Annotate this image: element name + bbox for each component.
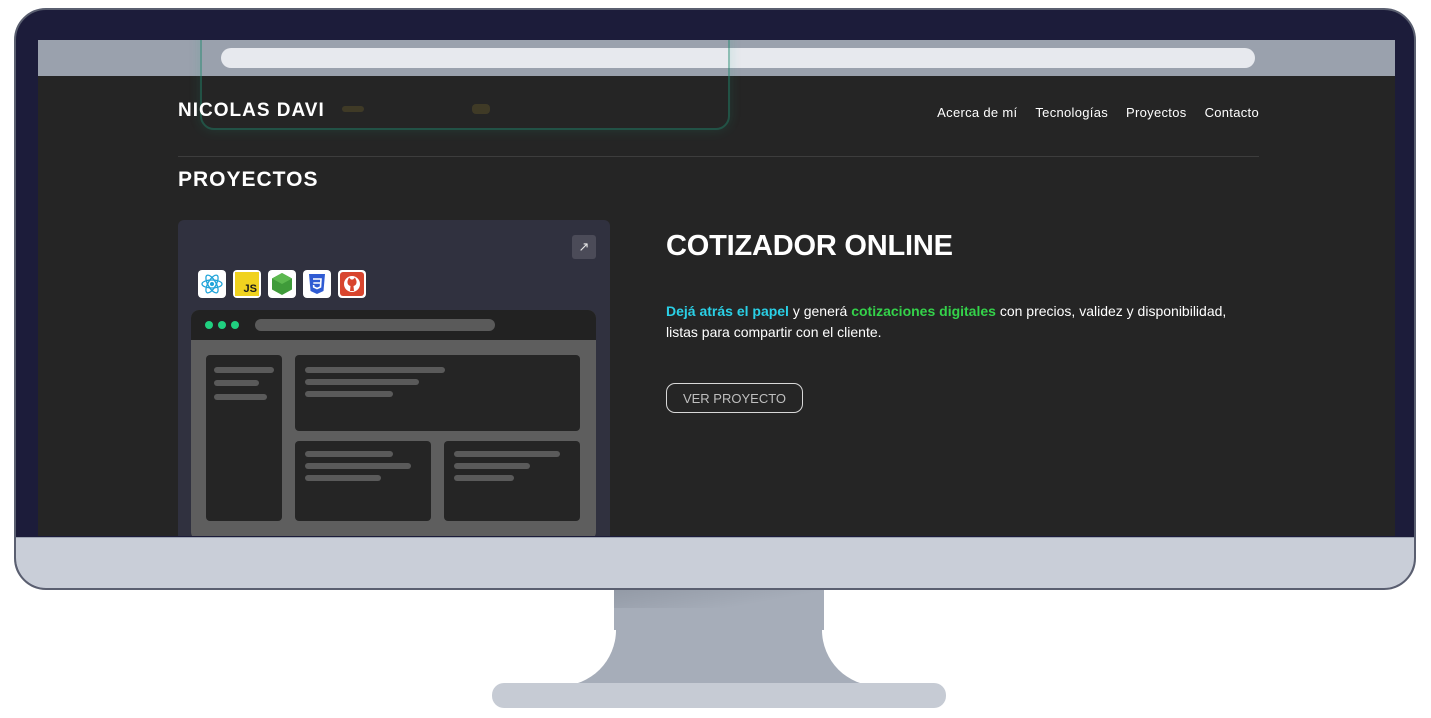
tech-icons: JS — [198, 270, 366, 298]
css3-icon — [303, 270, 331, 298]
js-label: JS — [243, 283, 257, 295]
nodejs-icon — [268, 270, 296, 298]
app-mockup-illustration — [191, 310, 596, 536]
project-description: Dejá atrás el papel y generá cotizacione… — [666, 301, 1256, 343]
project-preview-card[interactable]: ↗ JS — [178, 220, 610, 536]
nav-about[interactable]: Acerca de mí — [937, 105, 1017, 120]
github-icon — [338, 270, 366, 298]
section-title: PROYECTOS — [178, 168, 319, 191]
view-project-button[interactable]: VER PROYECTO — [666, 383, 803, 413]
stand-base — [492, 683, 946, 708]
description-highlight-digital: cotizaciones digitales — [851, 303, 996, 319]
description-highlight-paper: Dejá atrás el papel — [666, 303, 789, 319]
react-icon — [198, 270, 226, 298]
monitor-frame: NICOLAS DAVI Acerca de mí Tecnologías Pr… — [14, 8, 1416, 590]
main-nav: Acerca de mí Tecnologías Proyectos Conta… — [937, 105, 1259, 120]
project-title: COTIZADOR ONLINE — [666, 230, 953, 262]
site-header: NICOLAS DAVI Acerca de mí Tecnologías Pr… — [178, 76, 1259, 157]
browser-window: NICOLAS DAVI Acerca de mí Tecnologías Pr… — [38, 40, 1395, 536]
external-link-icon[interactable]: ↗ — [572, 235, 596, 259]
javascript-icon: JS — [233, 270, 261, 298]
monitor-chin — [16, 537, 1414, 588]
nav-technologies[interactable]: Tecnologías — [1035, 105, 1108, 120]
nav-contact[interactable]: Contacto — [1205, 105, 1259, 120]
site-logo[interactable]: NICOLAS DAVI — [178, 100, 325, 122]
nav-projects[interactable]: Proyectos — [1126, 105, 1187, 120]
stand-shadow — [614, 590, 824, 608]
description-text: y generá — [788, 303, 852, 319]
